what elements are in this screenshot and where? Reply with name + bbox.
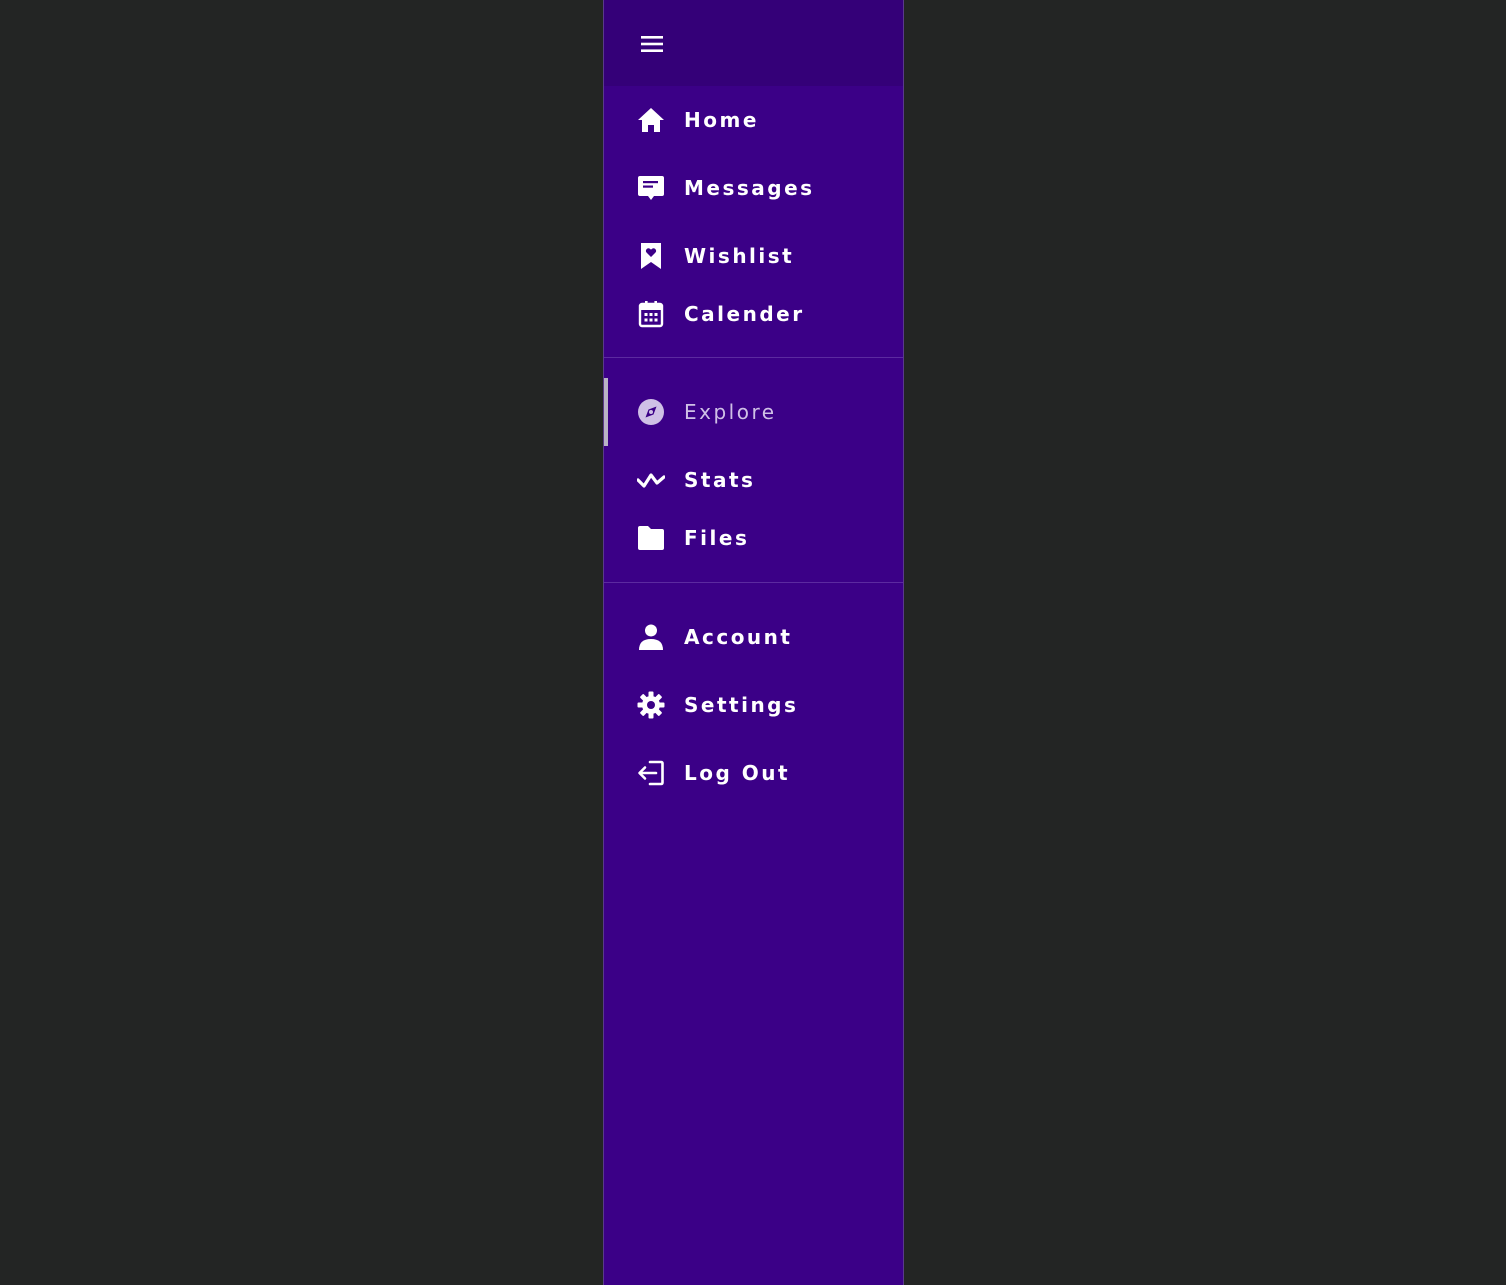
- sidebar-item-label: Messages: [684, 176, 815, 200]
- bookmark-heart-icon: [637, 242, 665, 270]
- sidebar-item-messages[interactable]: Messages: [604, 154, 903, 222]
- sidebar: Home Messages Wishlist Calender Explore …: [603, 0, 904, 1285]
- activity-icon: [637, 466, 665, 494]
- message-icon: [637, 174, 665, 202]
- calendar-icon: [637, 300, 665, 328]
- folder-icon: [637, 524, 665, 552]
- sidebar-item-label: Wishlist: [684, 244, 795, 268]
- gear-icon: [637, 691, 665, 719]
- sidebar-item-home[interactable]: Home: [604, 86, 903, 154]
- sidebar-item-files[interactable]: Files: [604, 504, 903, 572]
- active-indicator: [604, 378, 608, 446]
- sidebar-item-label: Calender: [684, 302, 805, 326]
- sidebar-item-explore[interactable]: Explore: [604, 378, 903, 446]
- sidebar-item-log-out[interactable]: Log Out: [604, 739, 903, 807]
- hamburger-menu-icon[interactable]: [640, 32, 664, 56]
- sidebar-header: [604, 0, 903, 86]
- divider: [604, 582, 903, 583]
- sidebar-item-label: Explore: [684, 400, 777, 424]
- compass-icon: [637, 398, 665, 426]
- sidebar-item-label: Stats: [684, 468, 756, 492]
- sidebar-item-label: Settings: [684, 693, 799, 717]
- sidebar-item-label: Files: [684, 526, 750, 550]
- home-icon: [637, 106, 665, 134]
- sidebar-item-label: Log Out: [684, 761, 791, 785]
- sidebar-item-account[interactable]: Account: [604, 603, 903, 671]
- user-icon: [637, 623, 665, 651]
- sidebar-item-calender[interactable]: Calender: [604, 280, 903, 348]
- logout-icon: [637, 759, 665, 787]
- sidebar-item-label: Home: [684, 108, 759, 132]
- divider: [604, 357, 903, 358]
- sidebar-item-settings[interactable]: Settings: [604, 671, 903, 739]
- sidebar-item-label: Account: [684, 625, 793, 649]
